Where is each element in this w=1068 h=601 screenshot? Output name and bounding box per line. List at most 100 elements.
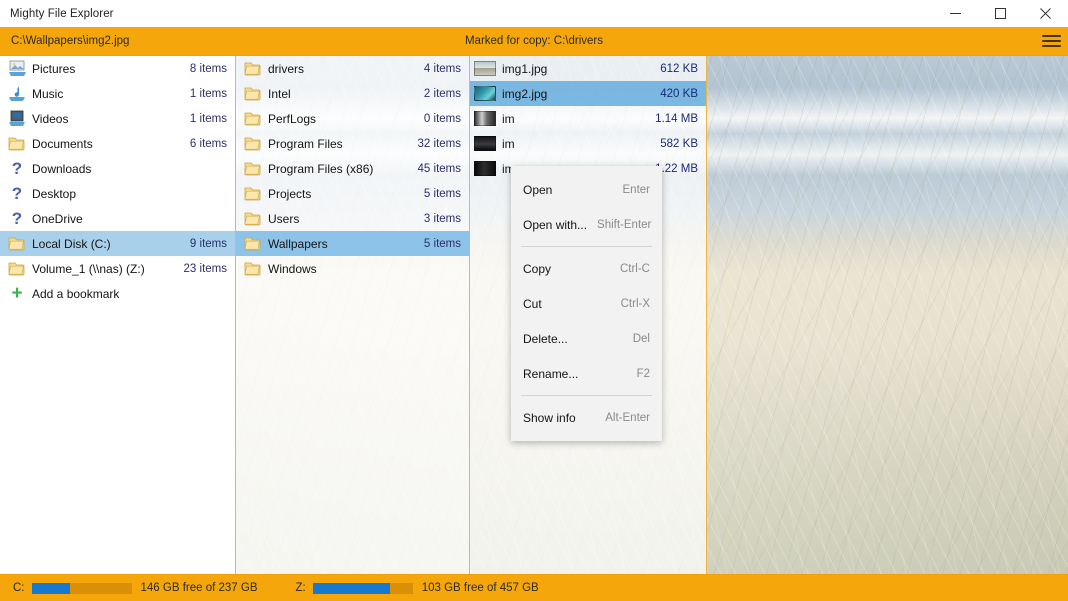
context-menu-item[interactable]: Open Enter bbox=[511, 172, 662, 207]
sidebar-item-label: Music bbox=[32, 86, 64, 101]
folder-icon bbox=[6, 233, 28, 255]
folder-icon bbox=[242, 208, 264, 230]
file-row[interactable]: img1.jpg 612 KB bbox=[470, 56, 706, 81]
hamburger-line bbox=[1041, 35, 1061, 37]
image-preview-pane[interactable] bbox=[707, 56, 1068, 574]
folder-row[interactable]: Users 3 items bbox=[236, 206, 469, 231]
maximize-icon bbox=[995, 8, 1006, 19]
folder-row[interactable]: drivers 4 items bbox=[236, 56, 469, 81]
context-menu-separator bbox=[521, 246, 652, 247]
status-bar: C: 146 GB free of 237 GB Z: 103 GB free of … bbox=[0, 574, 1068, 601]
folder-row-label: Windows bbox=[268, 261, 317, 276]
minimize-button[interactable] bbox=[933, 0, 978, 27]
folder-row[interactable]: Intel 2 items bbox=[236, 81, 469, 106]
context-menu-item-label: Show info bbox=[523, 410, 576, 425]
file-row-name: img2.jpg bbox=[502, 86, 548, 101]
folder-list: drivers 4 items Intel 2 items PerfLogs 0 item… bbox=[236, 56, 469, 281]
videos-icon bbox=[9, 110, 25, 126]
folder-icon bbox=[242, 133, 264, 155]
file-row[interactable]: img2.jpg 420 KB bbox=[470, 81, 706, 106]
hamburger-menu-icon[interactable] bbox=[1034, 27, 1068, 55]
sidebar-item[interactable]: Music 1 items bbox=[0, 81, 235, 106]
folder-row-count: 4 items bbox=[423, 62, 461, 75]
drive-usage-bar-fill bbox=[31, 582, 70, 594]
unknown-icon: ? bbox=[11, 159, 23, 178]
sidebar-item[interactable]: ? OneDrive bbox=[0, 206, 235, 231]
sidebar-item-count: 1 items bbox=[189, 112, 227, 125]
folder-row-label: drivers bbox=[268, 61, 305, 76]
music-icon bbox=[9, 86, 25, 101]
context-menu-item[interactable]: Rename... F2 bbox=[511, 356, 662, 391]
folder-row-count: 32 items bbox=[417, 137, 461, 150]
folder-icon bbox=[244, 137, 261, 150]
context-menu-item-shortcut: Alt-Enter bbox=[605, 411, 650, 424]
file-thumbnail-icon bbox=[474, 111, 496, 126]
context-menu-item[interactable]: Delete... Del bbox=[511, 321, 662, 356]
sidebar-item-count: 1 items bbox=[189, 87, 227, 100]
folder-row-label: Intel bbox=[268, 86, 291, 101]
folder-row[interactable]: Wallpapers 5 items bbox=[236, 231, 469, 256]
folder-icon bbox=[244, 262, 261, 275]
folder-icon bbox=[242, 158, 264, 180]
unknown-icon: ? bbox=[6, 208, 28, 230]
pictures-icon bbox=[6, 58, 28, 80]
context-menu-item[interactable]: Copy Ctrl-C bbox=[511, 251, 662, 286]
sidebar-item[interactable]: Pictures 8 items bbox=[0, 56, 235, 81]
sidebar-item-count: 9 items bbox=[189, 237, 227, 250]
music-icon bbox=[6, 83, 28, 105]
sidebar-item-label: Add a bookmark bbox=[32, 286, 120, 301]
folder-icon bbox=[242, 258, 264, 280]
context-menu: Open Enter Open with... Shift-Enter Copy Ctrl… bbox=[511, 166, 662, 441]
folder-row[interactable]: Windows bbox=[236, 256, 469, 281]
folder-icon bbox=[8, 137, 25, 150]
file-thumbnail-icon bbox=[474, 136, 496, 151]
bookmarks-sidebar: Pictures 8 items Music 1 items Videos 1 items… bbox=[0, 56, 236, 574]
sidebar-item-label: Local Disk (C:) bbox=[32, 236, 111, 251]
path-bar: C:\Wallpapers\img2.jpg Marked for copy: … bbox=[0, 27, 1068, 56]
folder-row[interactable]: PerfLogs 0 items bbox=[236, 106, 469, 131]
drive-usage-bar bbox=[312, 582, 413, 594]
context-menu-item[interactable]: Show info Alt-Enter bbox=[511, 400, 662, 435]
sidebar-item[interactable]: + Add a bookmark bbox=[0, 281, 235, 306]
sidebar-item[interactable]: Videos 1 items bbox=[0, 106, 235, 131]
sidebar-item-count: 6 items bbox=[189, 137, 227, 150]
drive-usage-list: C: 146 GB free of 237 GB Z: 103 GB free of … bbox=[0, 582, 539, 594]
sidebar-list: Pictures 8 items Music 1 items Videos 1 items… bbox=[0, 56, 235, 306]
sidebar-item[interactable]: Documents 6 items bbox=[0, 131, 235, 156]
maximize-button[interactable] bbox=[978, 0, 1023, 27]
sidebar-item-label: Downloads bbox=[32, 161, 92, 176]
folder-row-label: Wallpapers bbox=[268, 236, 328, 251]
folder-row[interactable]: Program Files 32 items bbox=[236, 131, 469, 156]
window-controls bbox=[933, 0, 1068, 27]
folder-row-count: 45 items bbox=[417, 162, 461, 175]
folder-row-count: 5 items bbox=[423, 187, 461, 200]
close-icon bbox=[1040, 8, 1051, 19]
context-menu-item[interactable]: Open with... Shift-Enter bbox=[511, 207, 662, 242]
file-row-name: im bbox=[502, 111, 515, 126]
sidebar-item[interactable]: Local Disk (C:) 9 items bbox=[0, 231, 235, 256]
folder-icon bbox=[242, 233, 264, 255]
file-row-size: 420 KB bbox=[660, 87, 698, 100]
context-menu-item-shortcut: Ctrl-X bbox=[620, 297, 650, 310]
file-row[interactable]: im 1.14 MB bbox=[470, 106, 706, 131]
folder-row-label: PerfLogs bbox=[268, 111, 317, 126]
videos-icon bbox=[6, 108, 28, 130]
close-button[interactable] bbox=[1023, 0, 1068, 27]
file-explorer-window: Mighty File Explorer C:\Wallpapers\img2.… bbox=[0, 0, 1068, 601]
drive-usage: C: 146 GB free of 237 GB bbox=[0, 582, 258, 594]
folder-icon bbox=[6, 258, 28, 280]
pictures-icon bbox=[8, 60, 26, 76]
folder-row[interactable]: Projects 5 items bbox=[236, 181, 469, 206]
context-menu-item-label: Delete... bbox=[523, 331, 568, 346]
folder-row[interactable]: Program Files (x86) 45 items bbox=[236, 156, 469, 181]
file-row[interactable]: im 582 KB bbox=[470, 131, 706, 156]
drive-usage: Z: 103 GB free of 457 GB bbox=[258, 582, 539, 594]
sidebar-item[interactable]: ? Desktop bbox=[0, 181, 235, 206]
current-path[interactable]: C:\Wallpapers\img2.jpg bbox=[0, 35, 129, 47]
sidebar-item[interactable]: ? Downloads bbox=[0, 156, 235, 181]
context-menu-item-label: Cut bbox=[523, 296, 542, 311]
context-menu-item[interactable]: Cut Ctrl-X bbox=[511, 286, 662, 321]
file-row-name: im bbox=[502, 136, 515, 151]
sidebar-item-label: Pictures bbox=[32, 61, 76, 76]
sidebar-item[interactable]: Volume_1 (\\nas) (Z:) 23 items bbox=[0, 256, 235, 281]
